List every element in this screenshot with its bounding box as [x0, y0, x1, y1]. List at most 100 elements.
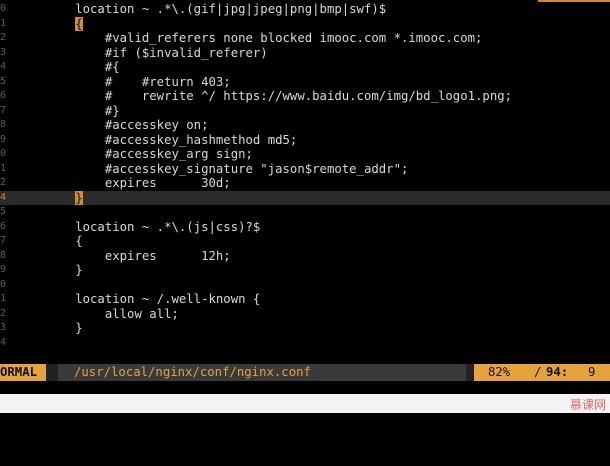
code-line[interactable]: 9 #accesskey_hashmethod md5; — [0, 133, 610, 148]
line-number-gutter: 0 — [0, 278, 7, 290]
line-number-gutter: 8 — [0, 249, 7, 261]
code-segment: #accesskey_hashmethod md5; — [16, 132, 298, 147]
code-line[interactable]: 8 #accesskey on; — [0, 118, 610, 133]
code-text: } — [16, 263, 83, 278]
code-segment: } — [16, 263, 83, 277]
code-line[interactable]: 6 # rewrite ^/ https://www.baidu.com/img… — [0, 89, 610, 104]
editor-area[interactable]: 0 location ~ .*\.(gif|jpg|jpeg|png|bmp|s… — [0, 0, 610, 364]
code-segment: location ~ .*\.(js|css)?$ — [16, 219, 261, 234]
line-number-gutter: 0 — [0, 3, 7, 14]
line-number-gutter: 2 — [0, 177, 7, 188]
line-number-gutter: 7 — [0, 104, 7, 116]
code-line[interactable]: 4 #{ — [0, 60, 610, 75]
column-number: 9 — [588, 365, 596, 379]
code-line[interactable]: 4 } — [0, 190, 610, 206]
line-number-gutter: 1 — [0, 17, 7, 29]
scroll-percent: 82% — [488, 365, 511, 379]
position-separator: / — [534, 365, 542, 379]
code-text: location ~ .*\.(js|css)?$ — [16, 220, 260, 235]
code-text: allow all; — [16, 307, 179, 322]
status-bar: ORMAL /usr/local/nginx/conf/nginx.conf 8… — [0, 364, 610, 381]
tab-indicator — [538, 0, 610, 2]
status-separator-right — [466, 364, 474, 381]
code-line[interactable]: 5 # #return 403; — [0, 75, 610, 90]
code-line[interactable]: 2 #valid_referers none blocked imooc.com… — [0, 31, 610, 46]
code-line[interactable]: 2 allow all; — [0, 307, 610, 322]
code-text: { — [16, 16, 83, 32]
line-number-gutter: 7 — [0, 235, 7, 246]
code-text: # #return 403; — [16, 75, 231, 90]
matched-bracket: } — [75, 190, 83, 205]
code-line[interactable]: 1 location ~ /.well-known { — [0, 292, 610, 307]
code-line[interactable]: 7 #} — [0, 104, 610, 119]
code-text: #accesskey on; — [16, 118, 209, 133]
code-text: #{ — [16, 60, 120, 75]
code-text: } — [16, 321, 83, 336]
line-number-gutter: 4 — [0, 336, 7, 348]
code-line[interactable]: 7 { — [0, 234, 610, 249]
line-number-gutter: 5 — [0, 206, 7, 217]
line-number-gutter: 8 — [0, 119, 7, 130]
code-text: } — [16, 190, 83, 206]
code-text: #accesskey_signature "jason$remote_addr"… — [16, 161, 409, 177]
line-number-gutter: 6 — [0, 90, 7, 101]
line-number-gutter: 6 — [0, 220, 7, 232]
code-segment: } — [16, 321, 83, 335]
code-line[interactable]: 1 #accesskey_signature "jason$remote_add… — [0, 162, 610, 177]
code-line[interactable]: 9 } — [0, 263, 610, 278]
code-line[interactable]: 2 expires 30d; — [0, 176, 610, 191]
line-number-gutter: 2 — [0, 307, 7, 319]
line-number-gutter: 1 — [0, 162, 7, 174]
line-number-gutter: 0 — [0, 148, 7, 159]
code-segment: { — [16, 234, 83, 248]
code-line[interactable]: 8 expires 12h; — [0, 249, 610, 264]
command-line[interactable] — [0, 381, 610, 394]
code-text: #accesskey_arg sign; — [16, 147, 253, 162]
code-line[interactable]: 6 location ~ .*\.(js|css)?$ — [0, 220, 610, 235]
code-line[interactable]: 0 location ~ .*\.(gif|jpg|jpeg|png|bmp|s… — [0, 2, 610, 17]
file-path: /usr/local/nginx/conf/nginx.conf — [58, 364, 466, 381]
line-number-gutter: 2 — [0, 32, 7, 43]
code-segment: #} — [16, 103, 120, 118]
code-text: location ~ /.well-known { — [16, 292, 260, 307]
code-text: # rewrite ^/ https://www.baidu.com/img/b… — [16, 89, 512, 104]
code-segment: #accesskey_signature "jason$remote_addr"… — [16, 161, 409, 176]
line-number-gutter: 4 — [0, 61, 7, 72]
code-segment: location ~ .*\.(gif|jpg|jpeg|png|bmp|swf… — [16, 2, 387, 16]
code-text: expires 12h; — [16, 249, 231, 264]
line-number-gutter: 1 — [0, 293, 7, 304]
code-line[interactable]: 0 — [0, 278, 610, 293]
code-text: #} — [16, 104, 120, 119]
line-number-gutter: 9 — [0, 264, 7, 275]
code-segment: # #return 403; — [16, 74, 231, 89]
line-number: 94: — [546, 365, 569, 379]
code-segment: expires 30d; — [16, 176, 231, 190]
code-segment: #accesskey on; — [16, 118, 209, 132]
code-segment: # rewrite ^/ https://www.baidu.com/img/b… — [16, 89, 513, 103]
code-segment: #if ($invalid_referer) — [16, 45, 268, 60]
code-line[interactable]: 1 { — [0, 16, 610, 32]
code-text: location ~ .*\.(gif|jpg|jpeg|png|bmp|swf… — [16, 2, 386, 17]
code-line[interactable]: 5 — [0, 205, 610, 220]
code-text: #valid_referers none blocked imooc.com *… — [16, 31, 483, 46]
code-segment: location ~ /.well-known { — [16, 292, 261, 306]
code-segment: allow all; — [16, 306, 179, 321]
code-text: #accesskey_hashmethod md5; — [16, 132, 298, 148]
code-line[interactable]: 3 #if ($invalid_referer) — [0, 46, 610, 61]
code-line[interactable]: 3 } — [0, 321, 610, 336]
matched-bracket: { — [75, 16, 83, 31]
code-segment: #{ — [16, 60, 120, 74]
line-number-gutter: 3 — [0, 46, 7, 58]
code-text: { — [16, 234, 83, 249]
code-line[interactable]: 0 #accesskey_arg sign; — [0, 147, 610, 162]
code-text: #if ($invalid_referer) — [16, 46, 268, 61]
line-number-gutter: 4 — [0, 191, 7, 203]
status-separator — [46, 364, 58, 381]
code-text: expires 30d; — [16, 176, 231, 191]
code-segment: #accesskey_arg sign; — [16, 147, 253, 161]
code-line[interactable]: 4 — [0, 336, 610, 351]
code-segment: #valid_referers none blocked imooc.com *… — [16, 31, 483, 45]
line-number-gutter: 5 — [0, 75, 7, 87]
